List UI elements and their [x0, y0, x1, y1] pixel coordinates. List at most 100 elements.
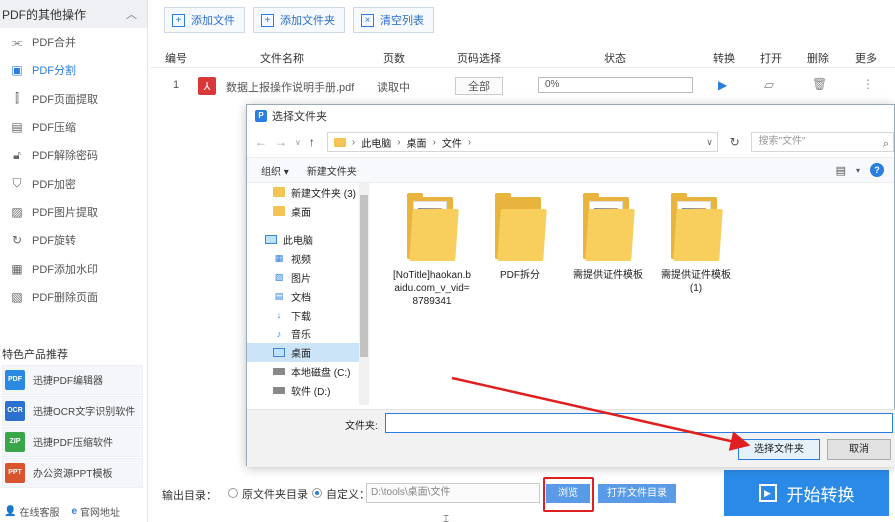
- nav-item[interactable]: ↓ 下载: [247, 306, 368, 325]
- product-link[interactable]: PPT 办公资源PPT模板: [2, 457, 143, 488]
- clear-icon: ×: [361, 13, 374, 27]
- sidebar-item-label: PDF旋转: [32, 235, 76, 248]
- folder-item[interactable]: PDF拆分: [477, 191, 563, 282]
- nav-item[interactable]: 本地磁盘 (C:): [247, 362, 368, 381]
- select-folder-button[interactable]: 选择文件夹: [738, 439, 820, 460]
- nav-item[interactable]: 桌面: [247, 202, 368, 221]
- folder-item[interactable]: [NoTitle]haokan.baidu.com_v_vid=8789341: [389, 191, 475, 308]
- address-bar[interactable]: › 此电脑 › 桌面 › 文件 › ∨: [326, 132, 718, 152]
- play-icon[interactable]: ▶: [718, 78, 727, 92]
- chevron-down-icon[interactable]: ∨: [295, 138, 301, 147]
- folder-item[interactable]: 需提供证件模板(1): [653, 191, 739, 295]
- extract-page-icon: ⫿: [15, 91, 19, 106]
- add-folder-button[interactable]: + 添加文件夹: [253, 7, 345, 33]
- col-delete: 删除: [807, 52, 829, 65]
- computer-icon: [265, 235, 277, 245]
- nav-item[interactable]: 桌面: [247, 343, 368, 363]
- sidebar-item[interactable]: 🔓︎ PDF解除密码: [0, 141, 147, 169]
- col-convert: 转换: [713, 52, 735, 65]
- output-path-input[interactable]: D:\tools\桌面\文件: [366, 483, 540, 503]
- sidebar-item[interactable]: ⛉ PDF加密: [0, 169, 147, 197]
- product-label: 迅捷PDF编辑器: [33, 376, 103, 388]
- nav-item[interactable]: 此电脑: [247, 231, 368, 250]
- nav-scrollbar-thumb[interactable]: [360, 195, 368, 357]
- breadcrumb-item[interactable]: 文件: [442, 135, 462, 150]
- nav-item[interactable]: 新建文件夹 (3): [247, 183, 368, 202]
- sidebar-item[interactable]: ⫘ PDF合并: [0, 28, 147, 56]
- product-link[interactable]: ZIP 迅捷PDF压缩软件: [2, 426, 143, 457]
- chevron-right-icon: ›: [467, 136, 472, 148]
- table-row[interactable]: 1 ⅄ 数据上报操作说明手册.pdf 读取中 全部 0% ▶ ▱ 🗑 ⋮: [150, 74, 895, 98]
- product-link[interactable]: PDF 迅捷PDF编辑器: [2, 364, 143, 395]
- cancel-button[interactable]: 取消: [827, 439, 891, 460]
- document-icon: ▤: [274, 290, 284, 301]
- add-file-button[interactable]: + 添加文件: [164, 7, 245, 33]
- sidebar-item[interactable]: ▨ PDF图片提取: [0, 198, 147, 226]
- file-grid: [NoTitle]haokan.baidu.com_v_vid=8789341 P…: [379, 191, 889, 401]
- product-icon: PDF: [5, 369, 25, 390]
- view-icon[interactable]: ▤: [836, 164, 846, 177]
- nav-item[interactable]: ▤ 文档: [247, 287, 368, 306]
- nav-item[interactable]: ♪ 音乐: [247, 325, 368, 344]
- ie-icon: e: [71, 505, 78, 517]
- forward-icon[interactable]: →: [275, 135, 287, 149]
- sidebar-item[interactable]: ↻ PDF旋转: [0, 226, 147, 254]
- page-select-button[interactable]: 全部: [455, 77, 503, 95]
- sidebar-item[interactable]: ▤ PDF压缩: [0, 113, 147, 141]
- sidebar-item-label: PDF添加水印: [32, 263, 98, 276]
- open-dir-button[interactable]: 打开文件目录: [598, 484, 676, 503]
- chevron-up-icon[interactable]: ︿: [126, 6, 137, 22]
- nav-item[interactable]: ▦ 视频: [247, 249, 368, 268]
- folder-item[interactable]: 需提供证件模板: [565, 191, 651, 282]
- nav-item[interactable]: 备份[勿删] (E:): [247, 400, 368, 405]
- sidebar-header[interactable]: PDF的其他操作 ︿: [0, 0, 147, 28]
- search-input[interactable]: 搜索"文件" ⌕: [751, 132, 894, 152]
- radio-custom-label: 自定义：: [326, 489, 370, 501]
- nav-item[interactable]: 软件 (D:): [247, 381, 368, 400]
- sidebar-item-label: PDF加密: [32, 178, 76, 191]
- online-service-label: 在线客服: [19, 507, 60, 519]
- sidebar-item[interactable]: ⫿ PDF页面提取: [0, 85, 147, 113]
- refresh-icon[interactable]: ↻: [726, 135, 744, 149]
- sidebar-item-label: PDF解除密码: [32, 150, 98, 163]
- website-link[interactable]: e 官网地址: [71, 504, 120, 519]
- folder-icon: [273, 187, 285, 198]
- organize-button[interactable]: 组织 ▾: [261, 163, 289, 178]
- search-placeholder: 搜索"文件": [758, 136, 806, 147]
- up-icon[interactable]: ↑: [309, 135, 315, 149]
- toolbar: + 添加文件 + 添加文件夹 × 清空列表: [150, 0, 895, 40]
- radio-source-folder[interactable]: [228, 488, 238, 498]
- sidebar-item-label: PDF页面提取: [32, 93, 98, 106]
- help-icon[interactable]: ?: [870, 163, 884, 177]
- address-dropdown-icon[interactable]: ∨: [706, 137, 713, 148]
- add-file-label: 添加文件: [191, 15, 235, 27]
- breadcrumb-item[interactable]: 桌面: [407, 135, 427, 150]
- col-more: 更多: [855, 52, 877, 65]
- sidebar-item[interactable]: ▣ PDF分割: [0, 56, 147, 84]
- sidebar-item[interactable]: ▧ PDF删除页面: [0, 283, 147, 311]
- product-link[interactable]: OCR 迅捷OCR文字识别软件: [2, 395, 143, 426]
- product-label: 迅捷OCR文字识别软件: [33, 407, 136, 419]
- nav-scrollbar[interactable]: [359, 183, 369, 405]
- breadcrumb-item[interactable]: 此电脑: [361, 135, 391, 150]
- folder-name-input[interactable]: [385, 413, 893, 433]
- dialog-button-row: 选择文件夹 取消: [247, 435, 895, 467]
- online-service-link[interactable]: 👤 在线客服: [4, 504, 59, 519]
- clear-list-button[interactable]: × 清空列表: [353, 7, 434, 33]
- new-folder-button[interactable]: 新建文件夹: [307, 163, 357, 178]
- back-icon[interactable]: ←: [255, 135, 267, 149]
- trash-icon[interactable]: 🗑: [812, 77, 827, 91]
- start-convert-label: 开始转换: [786, 485, 855, 505]
- radio-custom[interactable]: [312, 488, 322, 498]
- download-icon: ↓: [276, 310, 282, 321]
- more-icon[interactable]: ⋮: [862, 77, 874, 91]
- open-folder-icon[interactable]: ▱: [764, 77, 774, 93]
- nav-item-label: 文档: [291, 292, 311, 304]
- view-dropdown-icon[interactable]: ▾: [856, 166, 860, 175]
- sidebar-item-label: PDF分割: [32, 65, 76, 78]
- start-convert-button[interactable]: ▶ 开始转换: [724, 470, 889, 516]
- nav-item[interactable]: ▨ 图片: [247, 268, 368, 287]
- nav-item-label: 音乐: [291, 330, 311, 342]
- sidebar-item[interactable]: ▦ PDF添加水印: [0, 254, 147, 282]
- drive-icon: [273, 386, 285, 394]
